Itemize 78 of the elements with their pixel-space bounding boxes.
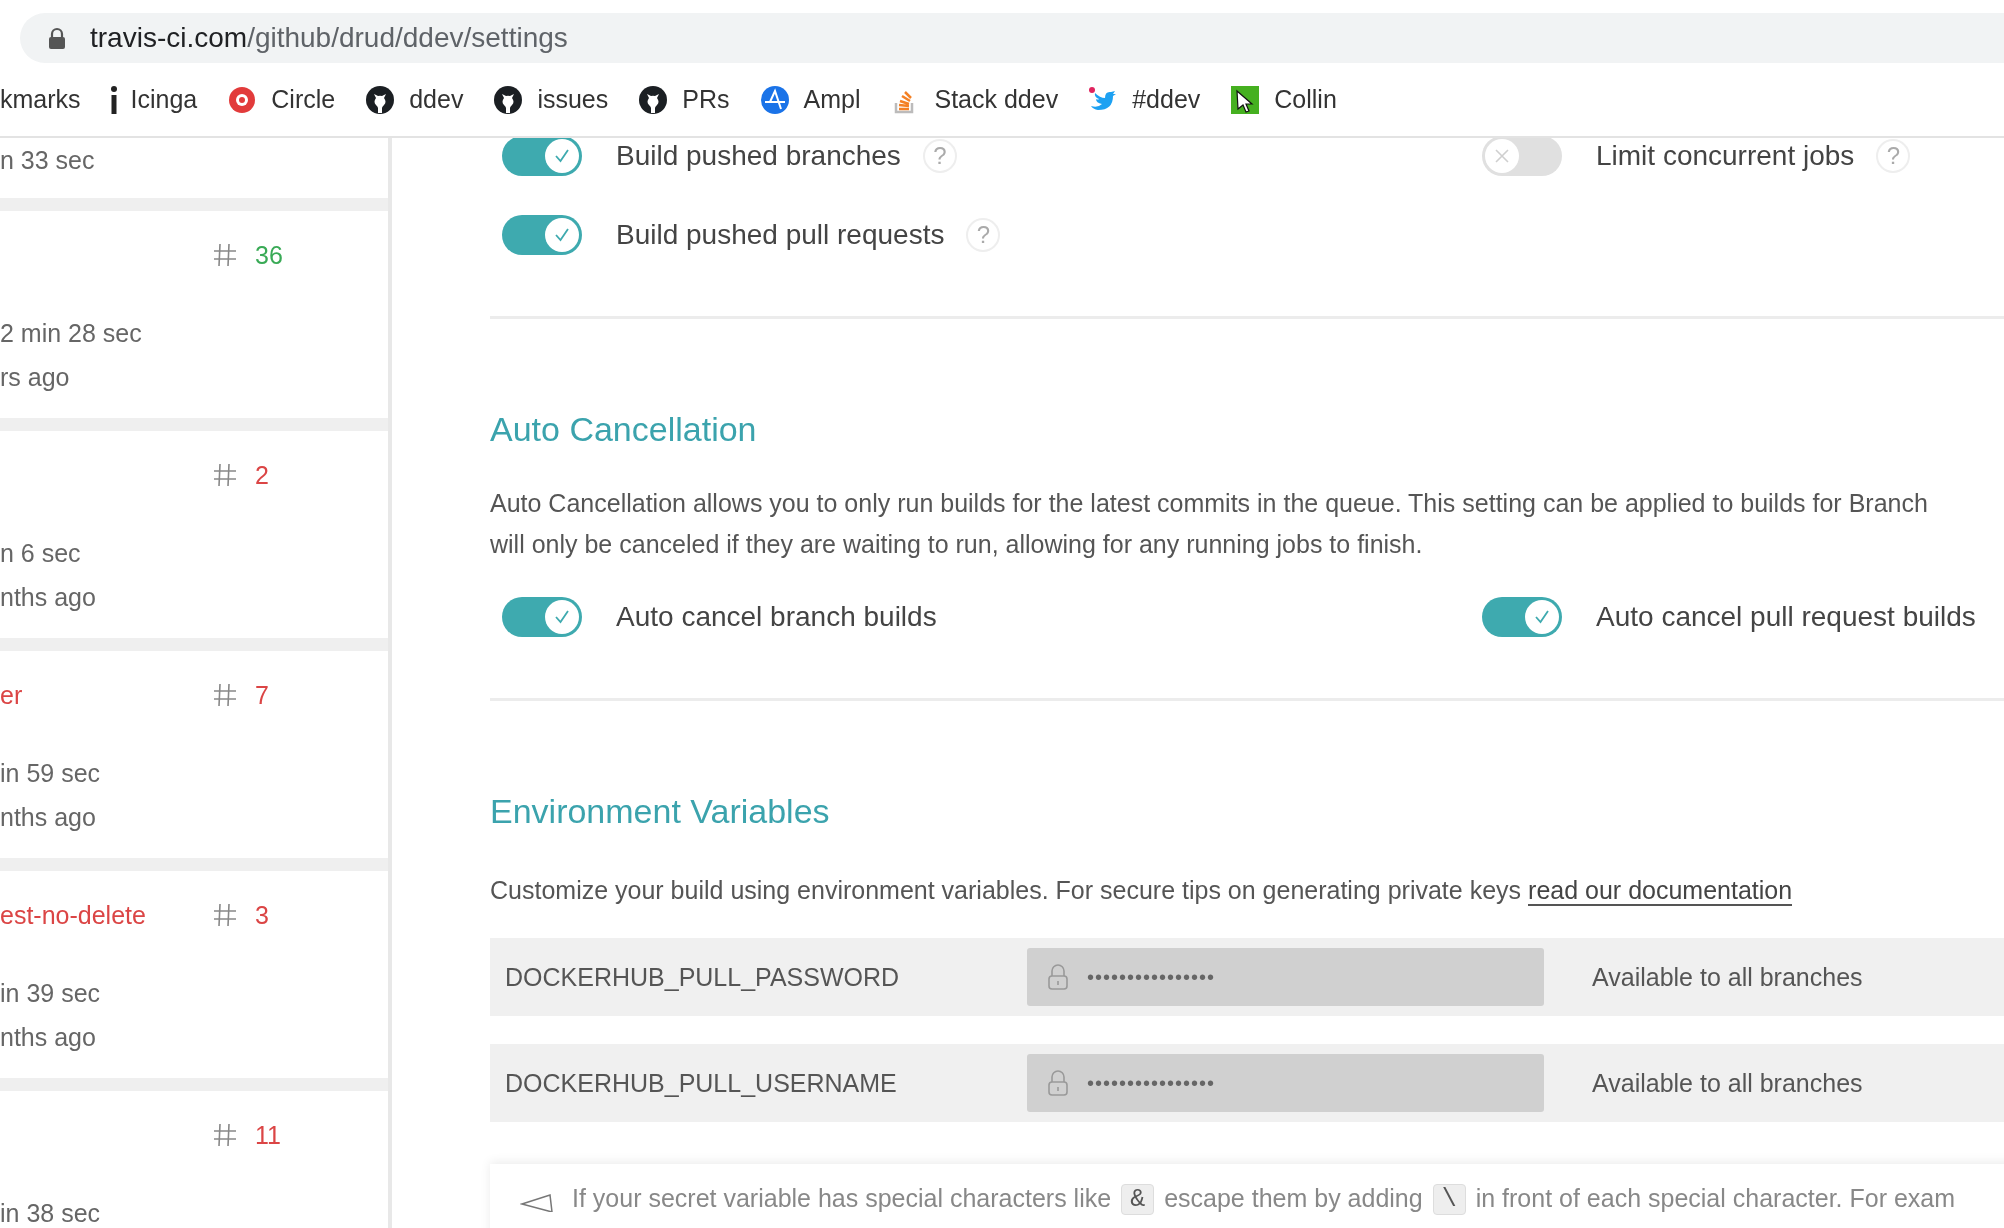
build-number: 11 [255,1120,281,1150]
wave-icon [759,84,790,115]
address-bar[interactable]: travis-ci.com/github/drud/ddev/settings [20,13,2004,63]
hash-icon [212,1122,238,1148]
bookmark[interactable]: Circle [271,85,336,114]
build-age: nths ago [0,582,97,613]
build-duration: in 39 sec [0,978,102,1009]
build-age: nths ago [0,802,97,833]
lock-icon [1047,963,1069,991]
cat-icon [365,84,396,115]
build-duration: in 38 sec [0,1198,102,1228]
cat-icon [638,84,669,115]
toggle-switch[interactable] [1482,138,1562,176]
info-icon [110,85,117,114]
code-chip: \ [1432,1184,1466,1215]
setting-label: Limit concurrent jobs [1596,139,1855,172]
build-card[interactable]: est-no-delete 3 in 39 sec nths ago [0,871,388,1078]
value-field[interactable]: •••••••••••••••• [1027,948,1544,1006]
cursor-icon [1230,84,1261,115]
note-text: escape them by adding [1164,1184,1423,1213]
bookmark[interactable]: Icinga [130,85,198,114]
build-number: 36 [255,240,283,270]
description-text: Customize your build using environment variables. For secure tips on generating private keys [490,876,1522,904]
bookmark[interactable]: issues [537,85,609,114]
bookmark[interactable]: Stack ddev [934,85,1059,114]
bookmark[interactable]: Collin [1274,85,1337,114]
section-heading: Environment Variables [490,791,831,832]
code-chip: & [1121,1184,1155,1215]
build-card[interactable]: 36 2 min 28 sec rs ago [0,211,388,418]
branch-name: er [0,680,24,710]
toggle-switch[interactable] [502,596,582,637]
build-number: 2 [255,460,269,490]
bookmark[interactable]: kmarks [0,85,81,114]
documentation-link[interactable]: read our documentation [1528,876,1793,906]
variable-scope: Available to all branches [1592,962,1863,992]
build-age: nths ago [0,1022,97,1053]
note-text: in front of each special character. For exam [1475,1184,1956,1213]
build-duration: n 33 sec [0,145,96,176]
bookmark[interactable]: #ddev [1132,85,1201,114]
url-text[interactable]: travis-ci.com/github/drud/ddev/settings [90,22,568,54]
cat-icon [493,84,524,115]
build-duration: n 6 sec [0,538,82,569]
hash-icon [212,902,238,928]
variable-name: DOCKERHUB_PULL_PASSWORD [504,962,901,992]
lock-icon [1047,1069,1069,1097]
toggle-switch[interactable] [1482,596,1562,637]
ring-icon [227,84,258,115]
value-field[interactable]: •••••••••••••••• [1027,1054,1544,1112]
variable-scope: Available to all branches [1592,1068,1863,1098]
hash-icon [212,682,238,708]
toggle-switch[interactable] [502,138,582,176]
setting-label: Auto cancel pull request builds [1596,600,1976,633]
build-card[interactable]: n 33 sec [0,138,388,198]
hash-icon [212,242,238,268]
megaphone-icon [520,1192,554,1212]
build-duration: in 59 sec [0,758,102,789]
description-text: Auto Cancellation allows you to only run builds for the latest commits in the queue. This setting can be applied to builds for Branch [490,488,1929,519]
lock-icon [48,27,66,49]
setting-label: Auto cancel branch builds [616,600,937,633]
branch-name: est-no-delete [0,900,147,930]
build-age: rs ago [0,362,71,393]
note-text: If your secret variable has special characters like [572,1184,1112,1213]
build-card[interactable]: 11 in 38 sec [0,1091,388,1228]
setting-label: Build pushed branches [616,139,901,172]
variable-name: DOCKERHUB_PULL_USERNAME [504,1068,898,1098]
build-card[interactable]: er 7 in 59 sec nths ago [0,651,388,858]
hash-icon [212,462,238,488]
setting-label: Build pushed pull requests [616,218,945,251]
build-number: 3 [255,900,269,930]
description-text: will only be canceled if they are waiting to run, allowing for any running jobs to finish. [490,529,1424,560]
bookmark[interactable]: Ampl [803,85,861,114]
section-heading: Auto Cancellation [490,409,758,450]
bookmark[interactable]: ddev [409,85,464,114]
toggle-switch[interactable] [502,214,582,255]
bookmark[interactable]: PRs [682,85,730,114]
build-duration: 2 min 28 sec [0,318,143,349]
build-number: 7 [255,680,269,710]
build-card[interactable]: 2 n 6 sec nths ago [0,431,388,638]
